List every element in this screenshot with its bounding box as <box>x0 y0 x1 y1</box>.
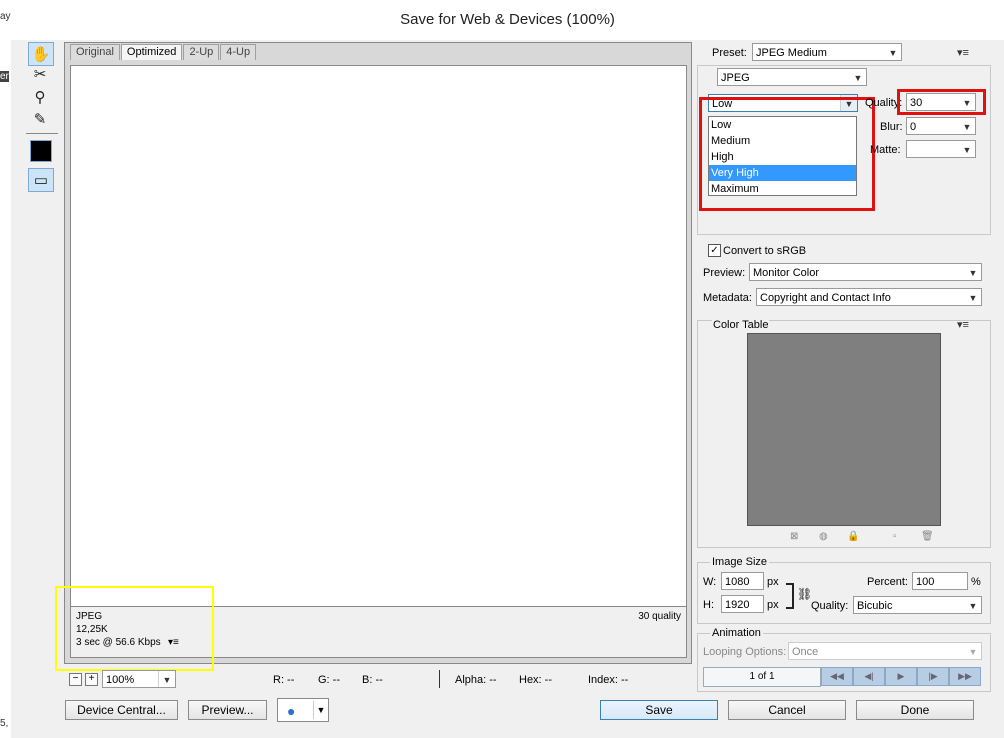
chevron-down-icon: ▼ <box>313 701 328 719</box>
background-text: er <box>0 71 9 82</box>
color-table-title: Color Table <box>712 319 770 331</box>
window-title: Save for Web & Devices (100%) <box>11 0 1004 40</box>
color-table-swatches[interactable] <box>747 333 941 526</box>
resample-quality-select[interactable]: Bicubic ▼ <box>853 596 982 614</box>
annotation-highlight-yellow <box>55 586 214 671</box>
readout-hex: Hex: -- <box>519 674 552 686</box>
chevron-down-icon: ▼ <box>968 647 978 657</box>
trash-icon[interactable]: 🗑 <box>921 531 934 542</box>
optimize-menu-icon[interactable]: ▾≡ <box>957 46 969 59</box>
readout-alpha: Alpha: -- <box>455 674 497 686</box>
height-label: H: <box>703 599 714 611</box>
animation-controls: ◀◀ ◀| ▶ |▶ ▶▶ <box>821 667 981 686</box>
zoom-tool-icon[interactable]: ⚲ <box>28 86 52 108</box>
convert-srgb-label: Convert to sRGB <box>723 245 807 257</box>
link-chain-icon[interactable]: ⛓ <box>797 587 812 601</box>
format-select[interactable]: JPEG ▼ <box>717 68 867 86</box>
tab-optimized[interactable]: Optimized <box>120 44 183 60</box>
chevron-down-icon: ▼ <box>968 293 978 303</box>
height-unit: px <box>767 599 779 611</box>
eyedropper-tool-icon[interactable]: ✎ <box>28 108 52 130</box>
cancel-button[interactable]: Cancel <box>728 700 846 720</box>
preview-select[interactable]: Monitor Color ▼ <box>749 263 982 281</box>
tab-4-up[interactable]: 4-Up <box>220 44 257 60</box>
width-input[interactable]: 1080 <box>721 572 764 590</box>
preset-select[interactable]: JPEG Medium ▼ <box>752 43 902 61</box>
preset-label: Preset: <box>712 47 747 59</box>
readout-blue: B: -- <box>362 674 383 686</box>
readout-index: Index: -- <box>588 674 629 686</box>
resample-quality-label: Quality: <box>811 600 849 612</box>
convert-srgb-checkbox[interactable]: ✓ <box>708 244 721 257</box>
chevron-down-icon: ▼ <box>968 601 978 611</box>
toolbox-divider <box>26 133 58 134</box>
readout-divider <box>439 670 440 688</box>
map-transparency-icon[interactable]: ⊠ <box>790 531 798 542</box>
lock-color-icon[interactable]: 🔒 <box>847 531 859 542</box>
browser-preview-select[interactable]: ● ▼ <box>277 698 329 722</box>
next-frame-icon[interactable]: |▶ <box>917 667 949 686</box>
save-for-web-dialog: Save for Web & Devices (100%) ✋ ✂ ⚲ ✎ ▭ … <box>11 0 1004 738</box>
toggle-slices-icon[interactable]: ▭ <box>28 168 54 192</box>
zoom-level-select[interactable]: 100% ▼ <box>102 670 176 688</box>
percent-unit: % <box>971 576 981 588</box>
matte-label: Matte: <box>870 144 901 156</box>
browser-globe-icon: ● <box>287 703 296 719</box>
image-view-panel: Original Optimized 2-Up 4-Up JPEG 12,25K… <box>64 42 692 664</box>
chevron-down-icon: ▼ <box>968 268 978 278</box>
image-size-title: Image Size <box>710 556 770 568</box>
frame-counter: 1 of 1 <box>703 667 821 687</box>
readout-red: R: -- <box>273 674 295 686</box>
width-label: W: <box>703 576 717 588</box>
web-shift-icon[interactable]: ◍ <box>819 531 828 542</box>
blur-label: Blur: <box>880 121 903 133</box>
chevron-down-icon: ▼ <box>888 48 898 58</box>
eyedropper-color-swatch[interactable] <box>30 140 52 162</box>
slice-select-tool-icon[interactable]: ✂ <box>28 63 52 85</box>
constrain-bracket <box>786 583 794 609</box>
view-tabs: Original Optimized 2-Up 4-Up <box>70 44 257 60</box>
chevron-down-icon: ▼ <box>853 73 863 83</box>
color-table-menu-icon[interactable]: ▾≡ <box>957 318 969 331</box>
preview-button[interactable]: Preview... <box>188 700 267 720</box>
looping-options-select[interactable]: Once ▼ <box>788 642 982 660</box>
zoom-in-button[interactable]: + <box>85 673 98 686</box>
annotation-highlight-red <box>699 97 875 211</box>
percent-label: Percent: <box>867 576 908 588</box>
annotation-highlight-red <box>897 89 986 115</box>
zoom-out-button[interactable]: − <box>69 673 82 686</box>
chevron-down-icon: ▼ <box>962 145 972 155</box>
save-button[interactable]: Save <box>600 700 718 720</box>
matte-select[interactable]: ▼ <box>906 140 976 158</box>
chevron-down-icon: ▼ <box>158 671 175 687</box>
tab-original[interactable]: Original <box>70 44 120 60</box>
background-text: 5, <box>0 718 9 729</box>
blur-input[interactable]: 0 ▼ <box>906 117 976 135</box>
tab-2-up[interactable]: 2-Up <box>183 44 220 60</box>
device-central-button[interactable]: Device Central... <box>65 700 178 720</box>
width-unit: px <box>767 576 779 588</box>
done-button[interactable]: Done <box>856 700 974 720</box>
play-icon[interactable]: ▶ <box>885 667 917 686</box>
last-frame-icon[interactable]: ▶▶ <box>949 667 981 686</box>
background-text: ay <box>0 11 11 22</box>
percent-input[interactable]: 100 <box>912 572 968 590</box>
chevron-down-icon: ▼ <box>962 122 972 132</box>
metadata-select[interactable]: Copyright and Contact Info ▼ <box>756 288 982 306</box>
preview-label: Preview: <box>703 267 746 279</box>
previous-frame-icon[interactable]: ◀| <box>853 667 885 686</box>
readout-green: G: -- <box>318 674 340 686</box>
first-frame-icon[interactable]: ◀◀ <box>821 667 853 686</box>
height-input[interactable]: 1920 <box>721 595 764 613</box>
info-quality: 30 quality <box>638 611 681 622</box>
metadata-label: Metadata: <box>703 292 752 304</box>
animation-title: Animation <box>710 627 763 639</box>
image-canvas[interactable] <box>70 65 687 607</box>
looping-options-label: Looping Options: <box>703 646 787 658</box>
new-color-icon[interactable]: ▫ <box>893 531 897 542</box>
